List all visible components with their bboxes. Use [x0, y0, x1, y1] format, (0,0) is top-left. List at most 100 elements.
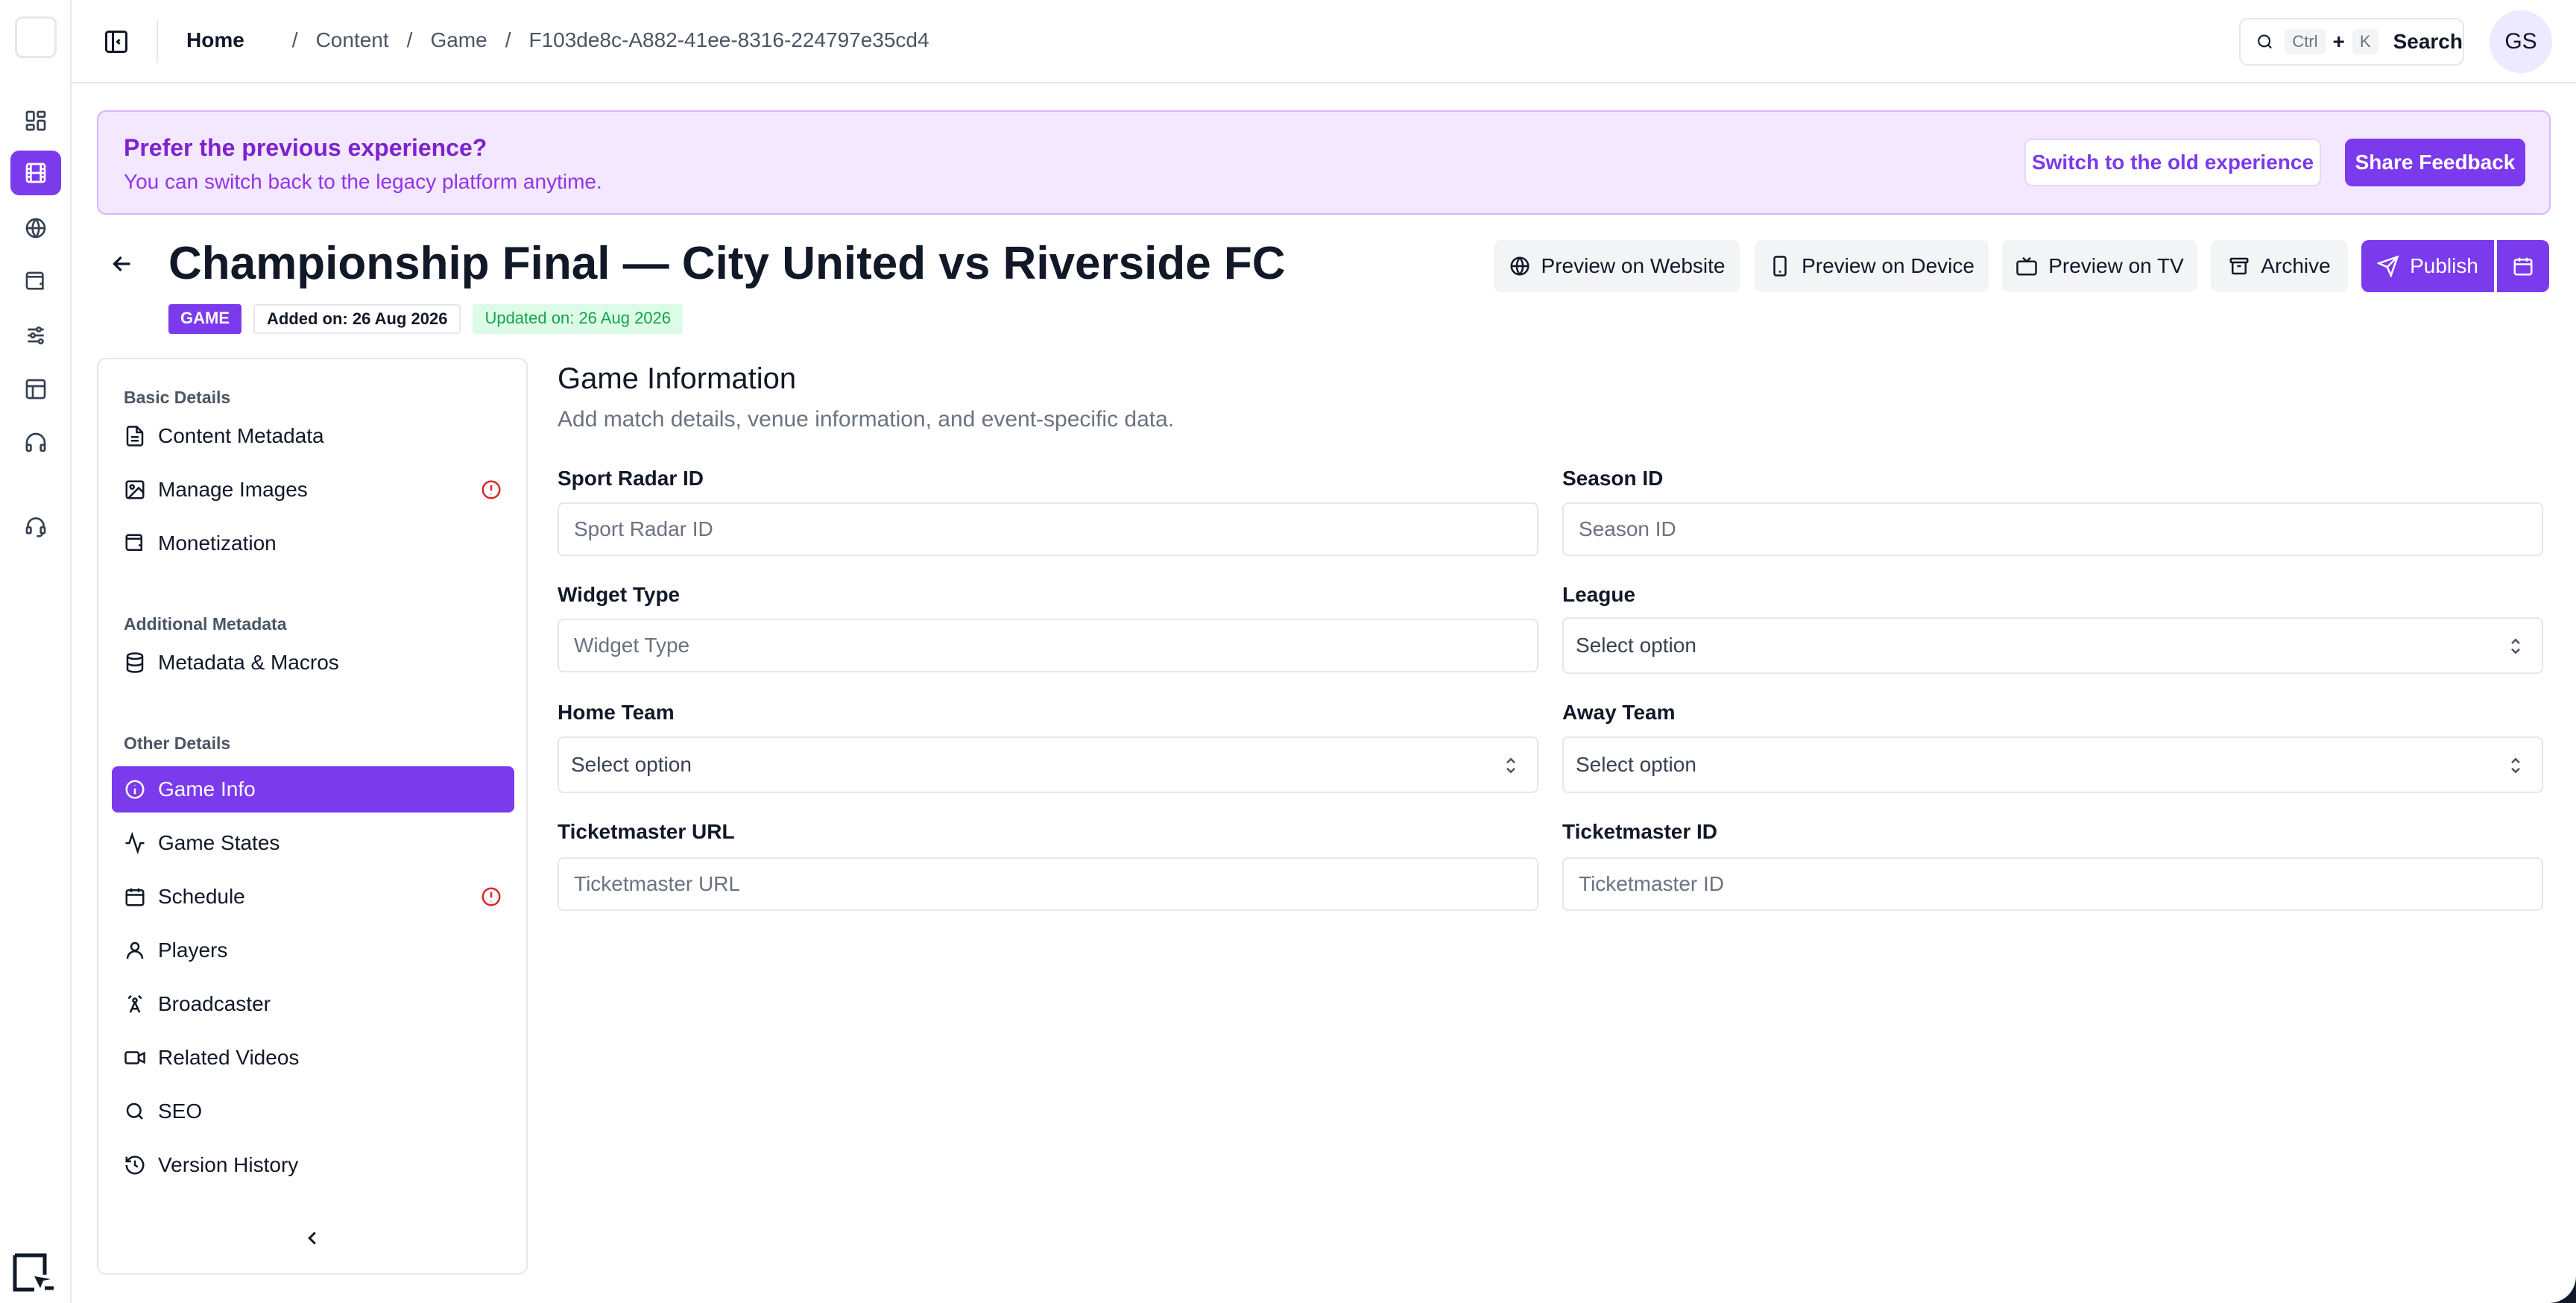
nav-label: Broadcaster	[158, 992, 271, 1015]
database-icon	[126, 652, 144, 673]
nav-monetization[interactable]: Monetization	[112, 520, 514, 567]
headphones-icon[interactable]	[10, 420, 61, 465]
nav-label: Players	[158, 938, 228, 962]
publish-label: Publish	[2410, 254, 2478, 277]
user-icon	[126, 941, 144, 959]
ticketmaster-id-label: Ticketmaster ID	[1562, 820, 1718, 843]
nav-label: SEO	[158, 1099, 203, 1123]
chevron-up-down-icon	[2504, 635, 2527, 657]
breadcrumb-content[interactable]: Content	[316, 28, 389, 52]
sliders-icon[interactable]	[10, 313, 61, 358]
archive-button[interactable]: Archive	[2211, 240, 2348, 292]
film-icon[interactable]	[10, 151, 61, 195]
collapse-chevron-left-icon[interactable]	[301, 1227, 323, 1249]
sport-radar-id-input[interactable]	[558, 502, 1538, 556]
updated-date-badge: Updated on: 26 Aug 2026	[473, 304, 684, 334]
breadcrumb-game[interactable]: Game	[430, 28, 487, 52]
sidebar-toggle-icon[interactable]	[103, 28, 130, 55]
share-feedback-button[interactable]: Share Feedback	[2345, 139, 2525, 186]
nav-manage-images[interactable]: Manage Images	[112, 467, 514, 513]
globe-icon[interactable]	[10, 206, 61, 250]
calendar-icon	[125, 888, 145, 906]
nav-broadcaster[interactable]: Broadcaster	[112, 981, 514, 1027]
nav-game-info[interactable]: Game Info	[112, 766, 514, 813]
banner-subtitle: You can switch back to the legacy platfo…	[124, 170, 602, 193]
breadcrumb-current-id: F103de8c-A882-41ee-8316-224797e35cd4	[528, 28, 929, 51]
ticketmaster-url-label: Ticketmaster URL	[558, 820, 735, 843]
breadcrumb-separator: /	[505, 28, 511, 51]
preview-device-button[interactable]: Preview on Device	[1755, 240, 1989, 292]
away-team-label: Away Team	[1562, 701, 1676, 724]
league-selected-value: Select option	[1576, 634, 1696, 657]
nav-metadata-macros[interactable]: Metadata & Macros	[112, 640, 514, 686]
league-select[interactable]: Select option	[1562, 617, 2543, 674]
league-label: League	[1562, 583, 1636, 606]
nav-game-states[interactable]: Game States	[112, 820, 514, 866]
season-id-input[interactable]	[1562, 502, 2543, 556]
switch-old-experience-button[interactable]: Switch to the old experience	[2024, 139, 2321, 186]
title-badges: GAME Added on: 26 Aug 2026 Updated on: 2…	[168, 304, 684, 334]
nav-schedule[interactable]: Schedule	[112, 874, 514, 920]
preview-device-label: Preview on Device	[1802, 254, 1974, 277]
season-id-label: Season ID	[1562, 467, 1664, 490]
added-date-badge: Added on: 26 Aug 2026	[253, 304, 461, 334]
nav-label: Version History	[158, 1153, 299, 1176]
search-icon	[126, 1102, 143, 1120]
nav-label: Metadata & Macros	[158, 651, 339, 674]
home-team-label: Home Team	[558, 701, 675, 724]
widget-type-label: Widget Type	[558, 583, 681, 606]
window-corner	[2549, 1276, 2576, 1303]
wallet-icon	[125, 534, 142, 551]
nav-content-metadata[interactable]: Content Metadata	[112, 413, 514, 459]
away-team-selected-value: Select option	[1576, 753, 1696, 776]
preview-tv-label: Preview on TV	[2048, 254, 2184, 277]
nav-related-videos[interactable]: Related Videos	[112, 1035, 514, 1081]
ticketmaster-url-input[interactable]	[558, 857, 1538, 911]
layout-icon[interactable]	[10, 367, 61, 411]
search-icon	[2258, 34, 2272, 49]
search-button[interactable]: Ctrl + K Search	[2239, 18, 2464, 66]
preview-website-button[interactable]: Preview on Website	[1494, 240, 1740, 292]
nav-seo[interactable]: SEO	[112, 1088, 514, 1135]
nav-label: Monetization	[158, 531, 277, 555]
globe-icon	[1510, 256, 1530, 276]
nav-players[interactable]: Players	[112, 927, 514, 974]
ticketmaster-id-input[interactable]	[1562, 857, 2543, 911]
archive-label: Archive	[2261, 254, 2331, 277]
alert-circle-icon	[480, 886, 502, 908]
page-title: Championship Final — City United vs Rive…	[168, 238, 1286, 289]
schedule-publish-button[interactable]	[2497, 240, 2549, 292]
shortcut-ctrl: Ctrl	[2285, 29, 2326, 54]
section-additional-metadata: Additional Metadata	[124, 614, 287, 634]
left-rail	[0, 0, 72, 1303]
nav-label: Related Videos	[158, 1046, 300, 1069]
away-team-select[interactable]: Select option	[1562, 736, 2543, 793]
workspace-logo-icon[interactable]	[12, 1252, 55, 1293]
tv-icon	[2016, 256, 2037, 276]
image-icon	[125, 480, 145, 499]
video-icon	[124, 1051, 145, 1064]
sport-radar-id-label: Sport Radar ID	[558, 467, 704, 490]
support-icon[interactable]	[10, 504, 61, 549]
send-icon	[2377, 255, 2399, 277]
chevron-up-down-icon	[2504, 754, 2527, 777]
nav-version-history[interactable]: Version History	[112, 1142, 514, 1188]
user-avatar[interactable]: GS	[2490, 10, 2552, 73]
preview-tv-button[interactable]: Preview on TV	[2002, 240, 2197, 292]
legacy-banner: Prefer the previous experience? You can …	[97, 110, 2551, 215]
back-arrow-icon[interactable]	[109, 250, 136, 277]
breadcrumb: Home / Content / Game / F103de8c-A882-41…	[186, 28, 929, 52]
app-logo[interactable]	[15, 16, 57, 58]
form-title: Game Information	[558, 362, 797, 395]
home-team-select[interactable]: Select option	[558, 736, 1538, 793]
section-basic-details: Basic Details	[124, 388, 231, 407]
nav-label: Content Metadata	[158, 424, 324, 447]
wallet-icon[interactable]	[10, 259, 61, 304]
dashboard-icon[interactable]	[10, 98, 61, 143]
publish-button[interactable]: Publish	[2361, 240, 2494, 292]
content-type-badge: GAME	[168, 304, 242, 334]
breadcrumb-home[interactable]: Home	[186, 28, 244, 52]
widget-type-input[interactable]	[558, 619, 1538, 672]
info-icon	[125, 780, 145, 799]
home-team-selected-value: Select option	[571, 753, 692, 776]
